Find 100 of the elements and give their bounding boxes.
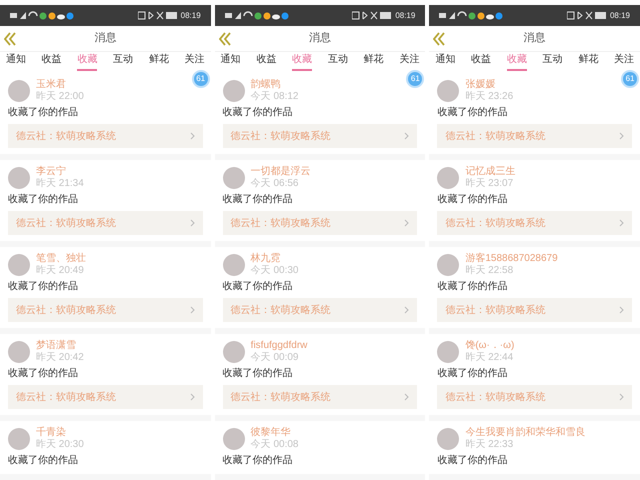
system-icons-drawing <box>566 11 607 20</box>
message-time: 昨天 21:34 <box>36 178 84 190</box>
status-time: 08:19 <box>180 12 201 20</box>
work-link[interactable]: 德云社：软萌攻略系统 <box>437 298 632 322</box>
chevron-right-icon <box>190 306 195 314</box>
chevron-right-icon <box>619 219 624 227</box>
work-link[interactable]: 德云社：软萌攻略系统 <box>222 211 418 235</box>
status-time: 08:19 <box>395 12 416 20</box>
tab[interactable]: 收藏 <box>77 53 98 72</box>
work-link[interactable]: 德云社：软萌攻略系统 <box>8 385 203 409</box>
work-title: 德云社：软萌攻略系统 <box>230 130 331 144</box>
tab[interactable]: 通知 <box>6 53 26 72</box>
status-icons-drawing <box>439 11 506 20</box>
chevron-right-icon <box>190 132 195 140</box>
message-text: 收藏了你的作品 <box>8 106 79 120</box>
message-text: 收藏了你的作品 <box>437 193 508 207</box>
work-link[interactable]: 德云社：软萌攻略系统 <box>437 385 632 409</box>
avatar <box>437 428 460 450</box>
work-title: 德云社：软萌攻略系统 <box>16 130 116 144</box>
tab[interactable]: 关注 <box>184 53 205 72</box>
tab[interactable]: 鲜花 <box>578 53 598 72</box>
message-time: 昨天 23:26 <box>465 91 514 103</box>
tab[interactable]: 收益 <box>256 53 276 72</box>
message-time: 今天 06:56 <box>250 178 300 190</box>
work-link[interactable]: 德云社：软萌攻略系统 <box>8 124 203 148</box>
avatar <box>437 341 460 363</box>
user-name[interactable]: 彼黎年华 <box>250 427 298 439</box>
count-badge: 61 <box>621 70 640 88</box>
message-text: 收藏了你的作品 <box>222 454 294 468</box>
user-name[interactable]: 李云宁 <box>36 166 84 178</box>
user-name[interactable]: 笔雪、独壮 <box>36 253 86 265</box>
avatar <box>222 254 245 276</box>
tab[interactable]: 鲜花 <box>148 53 169 72</box>
message-text: 收藏了你的作品 <box>8 193 79 207</box>
work-title: 德云社：软萌攻略系统 <box>16 304 116 318</box>
avatar <box>8 428 30 450</box>
chevron-right-icon <box>404 219 410 227</box>
user-name[interactable]: 一切都是浮云 <box>250 166 311 178</box>
user-name[interactable]: 梦语潇雪 <box>36 340 84 352</box>
user-name[interactable]: 游客1588687028679 <box>465 253 558 265</box>
message-time: 昨天 22:33 <box>465 439 514 451</box>
chevron-right-icon <box>404 132 410 140</box>
tab[interactable]: 收益 <box>42 53 62 72</box>
back-icon[interactable] <box>218 32 231 46</box>
message-text: 收藏了你的作品 <box>437 454 508 468</box>
avatar <box>222 167 245 189</box>
user-name[interactable]: 韵螺鸭 <box>250 79 298 91</box>
back-icon[interactable] <box>4 32 16 46</box>
user-name[interactable]: 馋(ω·．·ω) <box>465 340 514 352</box>
back-icon[interactable] <box>433 32 446 46</box>
work-link[interactable]: 德云社：软萌攻略系统 <box>8 211 203 235</box>
tab[interactable]: 收益 <box>471 53 492 72</box>
work-title: 德云社：软萌攻略系统 <box>16 390 116 404</box>
avatar <box>437 167 460 189</box>
tab[interactable]: 关注 <box>399 53 420 72</box>
user-name[interactable]: 张媛媛 <box>465 79 514 91</box>
chevron-right-icon <box>190 219 195 227</box>
user-name[interactable]: fisfufggdfdrw <box>250 340 308 352</box>
message-time: 昨天 22:58 <box>465 265 514 277</box>
tab[interactable]: 关注 <box>614 53 634 72</box>
user-name[interactable]: 记忆成三生 <box>465 166 516 178</box>
chevron-right-icon <box>190 393 195 401</box>
work-title: 德云社：软萌攻略系统 <box>445 390 546 404</box>
work-title: 德云社：软萌攻略系统 <box>445 216 546 230</box>
work-link[interactable]: 德云社：软萌攻略系统 <box>222 298 418 322</box>
tab[interactable]: 互动 <box>328 53 348 72</box>
status-time: 08:19 <box>610 12 630 20</box>
tab[interactable]: 互动 <box>542 53 563 72</box>
avatar <box>222 341 245 363</box>
work-title: 德云社：软萌攻略系统 <box>230 304 331 318</box>
user-name[interactable]: 林九霓 <box>250 253 298 265</box>
message-text: 收藏了你的作品 <box>8 454 79 468</box>
message-text: 收藏了你的作品 <box>437 280 508 294</box>
message-text: 收藏了你的作品 <box>222 193 294 207</box>
system-icons-drawing <box>352 11 392 20</box>
avatar <box>437 254 460 276</box>
avatar <box>8 80 30 102</box>
work-title: 德云社：软萌攻略系统 <box>445 304 546 318</box>
work-link[interactable]: 德云社：软萌攻略系统 <box>8 298 203 322</box>
message-text: 收藏了你的作品 <box>8 367 79 381</box>
work-link[interactable]: 德云社：软萌攻略系统 <box>222 124 418 148</box>
work-link[interactable]: 德云社：软萌攻略系统 <box>437 211 632 235</box>
work-link[interactable]: 德云社：软萌攻略系统 <box>222 385 418 409</box>
work-title: 德云社：软萌攻略系统 <box>230 216 331 230</box>
user-name[interactable]: 玉米君 <box>36 79 84 91</box>
tab[interactable]: 通知 <box>435 53 456 72</box>
tab[interactable]: 收藏 <box>506 53 527 72</box>
tab[interactable]: 通知 <box>220 53 241 72</box>
tab[interactable]: 收藏 <box>292 53 312 72</box>
message-time: 昨天 20:42 <box>36 352 84 364</box>
tab[interactable]: 互动 <box>113 53 134 72</box>
chevron-right-icon <box>619 306 624 314</box>
user-name[interactable]: 今生我要肖韵和荣华和雪良 <box>465 427 586 439</box>
message-time: 今天 00:08 <box>250 439 298 451</box>
chevron-right-icon <box>619 132 624 140</box>
user-name[interactable]: 千青染 <box>36 427 84 439</box>
work-link[interactable]: 德云社：软萌攻略系统 <box>437 124 632 148</box>
tab[interactable]: 鲜花 <box>364 53 384 72</box>
system-icons-drawing <box>138 11 178 20</box>
status-icons-drawing <box>10 11 76 20</box>
